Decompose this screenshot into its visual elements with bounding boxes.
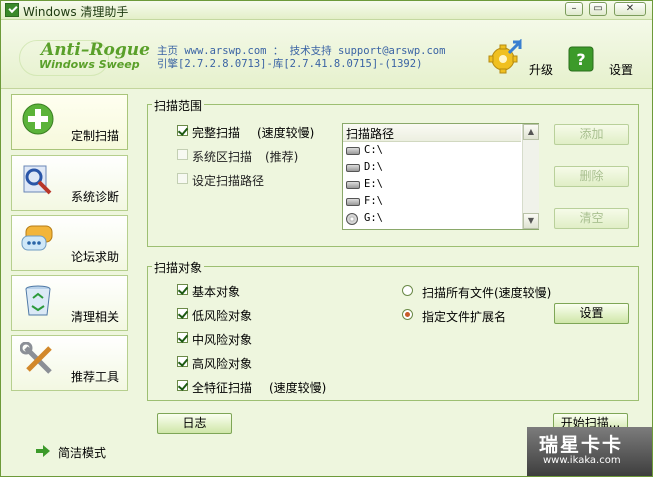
low-risk-label: 低风险对象	[192, 309, 253, 323]
scan-objects-group: 扫描对象 基本对象 低风险对象 中风险对象 高风险对象 全特征扫描 (速度较慢)…	[147, 259, 639, 401]
delete-path-button[interactable]: 删除	[554, 166, 629, 187]
sidebar: 定制扫描 系统诊断 论坛求助 清理相关 推荐工具 简洁模式	[11, 94, 131, 474]
sidebar-item-cleanup[interactable]: 清理相关	[11, 275, 128, 331]
scan-path-header[interactable]: 扫描路径	[343, 124, 521, 142]
full-scan-note: (速度较慢)	[257, 126, 315, 140]
basic-objects-label: 基本对象	[192, 285, 241, 299]
diagnosis-icon	[23, 165, 52, 195]
cd-drive-icon	[346, 213, 358, 225]
checkbox-box	[177, 173, 188, 184]
checkbox-box	[177, 125, 188, 136]
checkbox-box	[177, 308, 188, 319]
sidebar-item-label: 推荐工具	[70, 370, 119, 384]
specified-extensions-label: 指定文件扩展名	[422, 310, 507, 324]
scan-path-list[interactable]: 扫描路径 C:\ D:\ E:\ F:\ G:\ ▲ ▼	[342, 123, 539, 230]
title-bar[interactable]: Windows 清理助手 – ▭ ✕	[1, 1, 652, 20]
full-scan-label: 完整扫描	[192, 126, 241, 140]
scan-all-files-label: 扫描所有文件(速度较慢)	[422, 286, 552, 300]
scan-objects-title: 扫描对象	[152, 259, 205, 276]
sidebar-item-diagnosis[interactable]: 系统诊断	[11, 155, 128, 211]
hard-drive-icon	[346, 147, 360, 155]
header: Anti–Rogue Windows Sweep 主页 www.arswp.co…	[1, 20, 652, 89]
logo-subtitle: Windows Sweep	[39, 58, 140, 71]
watermark-logo: 瑞星卡卡 www.ikaka.com	[527, 427, 652, 476]
help-settings-icon[interactable]: ?	[568, 46, 594, 72]
app-window: Windows 清理助手 – ▭ ✕ Anti–Rogue Windows Sw…	[0, 0, 653, 477]
scan-scope-title: 扫描范围	[152, 97, 205, 114]
arrow-right-icon	[36, 445, 50, 457]
checkbox-box	[177, 332, 188, 343]
list-scrollbar[interactable]: ▲ ▼	[522, 124, 539, 229]
chat-bubble-icon	[21, 225, 53, 251]
log-button[interactable]: 日志	[157, 413, 232, 434]
svg-text:?: ?	[576, 50, 585, 69]
clear-paths-button[interactable]: 清空	[554, 208, 629, 229]
hard-drive-icon	[346, 164, 360, 172]
checkbox-box	[177, 380, 188, 391]
extensions-settings-button[interactable]: 设置	[554, 303, 629, 324]
radio-dot	[402, 309, 413, 320]
settings-label[interactable]: 设置	[609, 61, 633, 78]
watermark-title: 瑞星卡卡	[539, 434, 624, 456]
window-title: Windows 清理助手	[23, 5, 129, 19]
hard-drive-icon	[346, 181, 360, 189]
engine-version: 引擎[2.7.2.8.0713]-库[2.7.41.8.0715]-(1392)	[157, 58, 423, 70]
upgrade-label[interactable]: 升级	[529, 61, 553, 78]
system-scan-label: 系统区扫描	[192, 150, 253, 164]
recycle-bin-icon	[25, 285, 51, 316]
sidebar-item-forum-help[interactable]: 论坛求助	[11, 215, 128, 271]
high-risk-label: 高风险对象	[192, 357, 253, 371]
scroll-up-arrow-icon[interactable]: ▲	[523, 124, 539, 140]
sidebar-item-custom-scan[interactable]: 定制扫描	[11, 94, 128, 150]
minimize-button[interactable]: –	[565, 2, 583, 16]
checkbox-box	[177, 284, 188, 295]
close-button[interactable]: ✕	[614, 2, 646, 16]
full-signature-label: 全特征扫描	[192, 381, 253, 395]
plus-icon	[22, 103, 54, 135]
checkbox-box	[177, 149, 188, 160]
add-path-button[interactable]: 添加	[554, 124, 629, 145]
system-scan-note: (推荐)	[265, 150, 299, 164]
simple-mode-label: 简洁模式	[58, 446, 107, 460]
full-signature-note: (速度较慢)	[269, 381, 327, 395]
gear-upgrade-icon[interactable]	[487, 39, 523, 75]
app-check-icon	[5, 3, 19, 17]
sidebar-item-recommended-tools[interactable]: 推荐工具	[11, 335, 128, 391]
hard-drive-icon	[346, 198, 360, 206]
sidebar-item-label: 系统诊断	[70, 190, 119, 204]
custom-path-label: 设定扫描路径	[192, 174, 265, 188]
medium-risk-label: 中风险对象	[192, 333, 253, 347]
logo-title: Anti–Rogue	[41, 40, 150, 60]
sidebar-item-label: 定制扫描	[70, 129, 119, 143]
radio-dot	[402, 285, 413, 296]
tools-icon	[20, 342, 52, 374]
checkbox-box	[177, 356, 188, 367]
sidebar-item-label: 清理相关	[70, 310, 119, 324]
maximize-button[interactable]: ▭	[589, 2, 607, 16]
watermark-url: www.ikaka.com	[543, 455, 621, 466]
sidebar-item-label: 论坛求助	[70, 250, 119, 264]
scroll-down-arrow-icon[interactable]: ▼	[523, 213, 539, 229]
